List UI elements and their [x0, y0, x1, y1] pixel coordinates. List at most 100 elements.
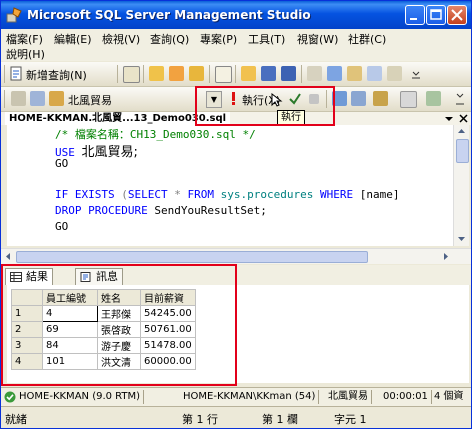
menu-view[interactable]: 檢視(V)	[102, 31, 140, 47]
grid-cell[interactable]: 69	[42, 321, 98, 338]
mouse-cursor-icon	[271, 93, 283, 107]
results-grid[interactable]: 員工編號 姓名 目前薪資 1 4 王邦傑 54245.00 2 69 張啓政 5…	[11, 289, 196, 370]
display-plan-icon[interactable]	[332, 91, 347, 106]
change-connection-icon[interactable]	[30, 91, 45, 106]
tab-list-arrow-icon[interactable]	[445, 115, 453, 123]
status-elapsed: 00:00:01	[383, 390, 432, 404]
mdx-query-icon[interactable]	[189, 66, 204, 81]
column-header[interactable]: 姓名	[97, 289, 141, 306]
database-dropdown[interactable]: 北風貿易	[68, 92, 112, 108]
menu-window[interactable]: 視窗(W)	[297, 31, 338, 47]
grid-cell[interactable]: 王邦傑	[97, 305, 141, 322]
status-ready: 就緒	[5, 413, 27, 426]
close-document-icon[interactable]	[459, 114, 468, 123]
scroll-up-icon[interactable]	[457, 127, 466, 136]
properties-window-icon[interactable]	[367, 66, 382, 81]
table-row: 4 101 洪文清 60000.00	[11, 353, 196, 370]
row-number[interactable]: 1	[11, 305, 43, 322]
new-file-icon[interactable]	[123, 66, 140, 83]
menu-tools[interactable]: 工具(T)	[248, 31, 285, 47]
grid-cell[interactable]: 張啓政	[97, 321, 141, 338]
grid-cell[interactable]: 60000.00	[140, 353, 196, 370]
execute-icon	[232, 92, 235, 105]
status-line: 第 1 行	[182, 413, 218, 426]
scroll-right-icon[interactable]	[441, 252, 450, 261]
open-file-icon[interactable]	[241, 66, 256, 81]
code-line-6: DROP PROCEDURE SendYouResultSet;	[55, 204, 267, 217]
row-number[interactable]: 4	[11, 353, 43, 370]
grid-cell[interactable]: 51478.00	[140, 337, 196, 354]
comment-icon[interactable]	[373, 91, 388, 106]
code-line-3: GO	[55, 157, 68, 170]
specify-values-icon[interactable]	[400, 91, 417, 108]
scroll-down-icon[interactable]	[457, 234, 466, 243]
grid-cell[interactable]: 101	[42, 353, 98, 370]
go-statement: GO	[55, 220, 69, 233]
query-document-tab[interactable]: HOME-KKMAN.北風貿...13_Demo030.sql	[5, 112, 231, 125]
template-explorer-icon[interactable]	[347, 66, 362, 81]
column-header[interactable]: 目前薪資	[140, 289, 196, 306]
grid-header-row: 員工編號 姓名 目前薪資	[11, 289, 196, 306]
menu-project[interactable]: 專案(P)	[200, 31, 237, 47]
title-bar[interactable]: Microsoft SQL Server Management Studio	[1, 1, 471, 29]
grid-cell[interactable]: 4	[42, 305, 98, 322]
horizontal-scroll-thumb[interactable]	[16, 251, 368, 263]
status-user: HOME-KKMAN\KKman (54)	[183, 390, 320, 404]
xml-query-icon[interactable]	[215, 66, 232, 83]
table-row: 3 84 游子慶 51478.00	[11, 337, 196, 354]
analysis-query-icon[interactable]	[169, 66, 184, 81]
toolbar-overflow-icon[interactable]	[453, 91, 467, 107]
toolbox-icon[interactable]	[387, 66, 402, 81]
scroll-left-icon[interactable]	[4, 252, 13, 261]
toolbar-separator	[301, 65, 302, 83]
cancel-execution-icon[interactable]	[309, 94, 319, 104]
tab-messages[interactable]: 訊息	[75, 268, 123, 285]
name-column-text: [name]	[353, 188, 400, 201]
new-query-button[interactable]: 新增查詢(N)	[26, 67, 87, 83]
menu-file[interactable]: 檔案(F)	[6, 31, 43, 47]
query-options-icon[interactable]	[351, 91, 366, 106]
grid-cell[interactable]: 游子慶	[97, 337, 141, 354]
database-engine-query-icon[interactable]	[149, 66, 164, 81]
object-explorer-icon[interactable]	[327, 66, 342, 81]
status-column: 第 1 欄	[262, 413, 298, 426]
code-line-7: GO	[55, 220, 68, 233]
grid-cell[interactable]: 54245.00	[140, 305, 196, 322]
registered-servers-icon[interactable]	[307, 66, 322, 81]
menu-community[interactable]: 社群(C)	[348, 31, 386, 47]
menu-help[interactable]: 說明(H)	[6, 46, 45, 62]
scroll-thumb[interactable]	[456, 139, 469, 163]
toolbar-grip	[4, 65, 5, 83]
grid-icon	[10, 272, 22, 282]
close-button[interactable]	[447, 5, 467, 25]
close-icon	[451, 9, 463, 21]
success-check-icon	[4, 391, 16, 403]
editor-horizontal-scrollbar[interactable]	[1, 248, 471, 264]
tab-results[interactable]: 結果	[5, 268, 53, 285]
toolbar-separator	[117, 65, 118, 83]
save-icon[interactable]	[261, 66, 276, 81]
grid-cell[interactable]: 洪文清	[97, 353, 141, 370]
row-number[interactable]: 3	[11, 337, 43, 354]
column-header[interactable]: 員工編號	[42, 289, 98, 306]
connect-icon[interactable]	[11, 91, 26, 106]
save-all-icon[interactable]	[281, 66, 296, 81]
results-to-grid-icon[interactable]	[426, 91, 441, 106]
grid-cell[interactable]: 50761.00	[140, 321, 196, 338]
minimize-button[interactable]	[405, 5, 425, 25]
row-number[interactable]: 2	[11, 321, 43, 338]
document-tab-strip: HOME-KKMAN.北風貿...13_Demo030.sql	[1, 112, 471, 125]
menu-edit[interactable]: 編輯(E)	[54, 31, 92, 47]
toolbar-overflow-icon[interactable]	[411, 68, 421, 82]
maximize-button[interactable]	[426, 5, 446, 25]
sql-editor[interactable]: /* 檔案名稱：CH13_Demo030.sql */ USE 北風貿易; GO…	[7, 125, 453, 246]
parse-checkmark-icon[interactable]	[288, 92, 302, 106]
table-row: 1 4 王邦傑 54245.00	[11, 305, 196, 322]
query-status-bar: HOME-KKMAN (9.0 RTM) HOME-KKMAN\KKman (5…	[1, 387, 471, 406]
keyword-from: FROM	[187, 188, 214, 201]
toolbar-separator	[209, 65, 210, 83]
menu-query[interactable]: 查詢(Q)	[150, 31, 189, 47]
editor-vertical-scrollbar[interactable]	[453, 125, 469, 246]
database-dropdown-arrow-icon[interactable]: ▼	[206, 91, 222, 108]
grid-cell[interactable]: 84	[42, 337, 98, 354]
